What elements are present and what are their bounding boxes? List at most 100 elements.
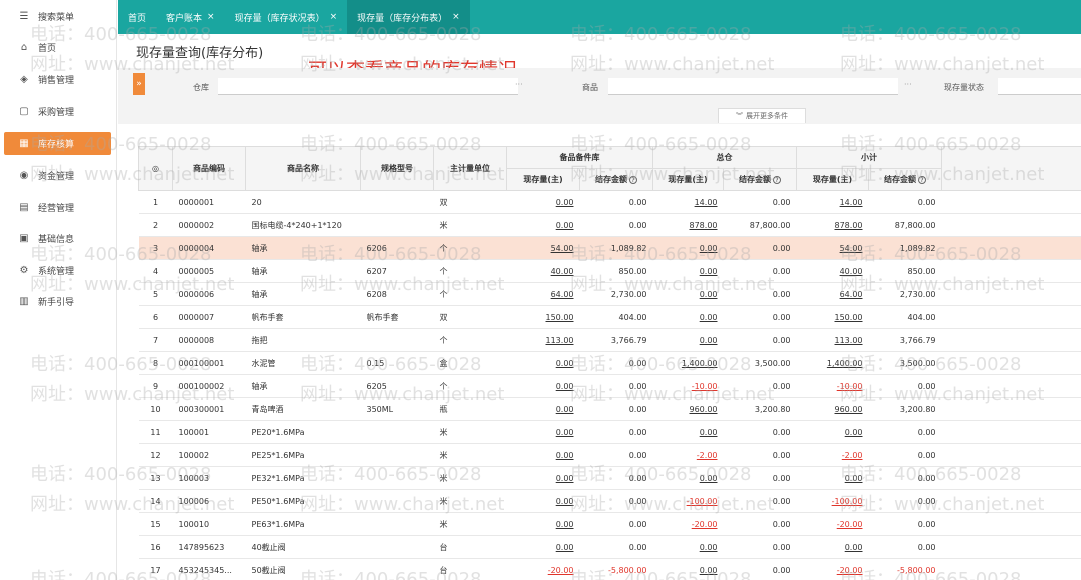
spare-qty-cell-text[interactable]: 0.00 (556, 451, 574, 460)
spare-qty-cell[interactable]: 0.00 (506, 535, 580, 559)
main-qty-cell-text[interactable]: 0.00 (700, 290, 718, 299)
warehouse-input[interactable] (218, 78, 518, 95)
subtotal-qty-cell-text[interactable]: 0.00 (845, 543, 863, 552)
main-qty-cell[interactable]: 0.00 (652, 558, 724, 580)
spare-qty-cell-text[interactable]: 0.00 (556, 359, 574, 368)
table-row[interactable]: 15 100010 PE63*1.6MPa 米 0.00 0.00 -20.00 0.00 -2… (138, 512, 1081, 536)
spare-qty-cell-text[interactable]: 0.00 (556, 221, 574, 230)
spare-qty-cell[interactable]: 0.00 (506, 213, 580, 237)
tab-2[interactable]: 现存量（库存状况表） × (225, 0, 348, 34)
tab-1[interactable]: 客户账本 × (156, 0, 225, 34)
table-row[interactable]: 14 100006 PE50*1.6MPa 米 0.00 0.00 -100.00 0.00 -… (138, 489, 1081, 513)
tab-3[interactable]: 现存量（库存分布表） × (347, 0, 470, 34)
spare-qty-cell[interactable]: 0.00 (506, 351, 580, 375)
main-qty-cell-text[interactable]: -2.00 (697, 451, 718, 460)
subtotal-qty-cell[interactable]: -20.00 (796, 558, 869, 580)
spare-qty-cell[interactable]: -20.00 (506, 558, 580, 580)
subtotal-qty-cell-text[interactable]: 150.00 (835, 313, 863, 322)
subtotal-qty-cell-text[interactable]: -100.00 (832, 497, 863, 506)
close-icon[interactable]: × (207, 12, 215, 22)
product-input[interactable] (608, 78, 898, 95)
table-row[interactable]: 13 100003 PE32*1.6MPa 米 0.00 0.00 0.00 0.00 0.00… (138, 466, 1081, 490)
subtotal-qty-cell[interactable]: -2.00 (796, 443, 869, 467)
help-icon[interactable]: ? (629, 176, 637, 184)
subtotal-qty-cell[interactable]: 113.00 (796, 328, 869, 352)
sidebar-item-7[interactable]: ▣ 基础信息 (4, 227, 111, 250)
close-icon[interactable]: × (330, 12, 338, 22)
main-qty-cell[interactable]: 1,400.00 (652, 351, 724, 375)
main-qty-cell-text[interactable]: -100.00 (687, 497, 718, 506)
main-qty-cell[interactable]: 0.00 (652, 236, 724, 260)
table-row[interactable]: 1 0000001 20 双 0.00 0.00 14.00 0.00 14.00 0.00 (138, 190, 1081, 214)
subtotal-qty-cell[interactable]: 14.00 (796, 190, 869, 214)
table-row[interactable]: 6 0000007 帆布手套 帆布手套 双 150.00 404.00 0.00 0.00 150… (138, 305, 1081, 329)
spare-qty-cell-text[interactable]: 0.00 (556, 520, 574, 529)
spare-qty-cell[interactable]: 0.00 (506, 374, 580, 398)
warehouse-ref-icon[interactable]: ··· (515, 80, 523, 89)
spare-qty-cell[interactable]: 0.00 (506, 443, 580, 467)
spare-qty-cell-text[interactable]: 0.00 (556, 428, 574, 437)
subtotal-qty-cell[interactable]: -20.00 (796, 512, 869, 536)
main-qty-cell[interactable]: 960.00 (652, 397, 724, 421)
subtotal-qty-cell[interactable]: 878.00 (796, 213, 869, 237)
main-qty-cell-text[interactable]: 14.00 (695, 198, 718, 207)
qty-header[interactable]: 现存量(主) (652, 168, 724, 191)
sidebar-item-1[interactable]: ⌂ 首页 (4, 36, 111, 59)
table-row[interactable]: 9 000100002 轴承 6205 个 0.00 0.00 -10.00 0.00 -10.0… (138, 374, 1081, 398)
subtotal-qty-cell[interactable]: 0.00 (796, 420, 869, 444)
table-row[interactable]: 10 000300001 青岛啤酒 350ML 瓶 0.00 0.00 960.00 3,200… (138, 397, 1081, 421)
subtotal-qty-cell[interactable]: 64.00 (796, 282, 869, 306)
amount-header[interactable]: 结存金额? (579, 168, 653, 191)
main-qty-cell-text[interactable]: 0.00 (700, 428, 718, 437)
spare-qty-cell[interactable]: 54.00 (506, 236, 580, 260)
subtotal-qty-cell-text[interactable]: 960.00 (835, 405, 863, 414)
main-qty-cell-text[interactable]: -10.00 (692, 382, 718, 391)
main-qty-cell-text[interactable]: 0.00 (700, 313, 718, 322)
subtotal-qty-cell-text[interactable]: 64.00 (840, 290, 863, 299)
subtotal-qty-cell[interactable]: 1,400.00 (796, 351, 869, 375)
subtotal-qty-cell[interactable]: -10.00 (796, 374, 869, 398)
main-qty-cell[interactable]: 0.00 (652, 466, 724, 490)
subtotal-qty-cell[interactable]: -100.00 (796, 489, 869, 513)
qty-header[interactable]: 现存量(主) (796, 168, 869, 191)
main-qty-cell-text[interactable]: 878.00 (690, 221, 718, 230)
help-icon[interactable]: ? (918, 176, 926, 184)
sidebar-item-6[interactable]: ▤ 经营管理 (4, 196, 111, 219)
spare-qty-cell-text[interactable]: 54.00 (551, 244, 574, 253)
main-qty-cell[interactable]: 0.00 (652, 328, 724, 352)
spare-qty-cell[interactable]: 0.00 (506, 466, 580, 490)
subtotal-qty-cell-text[interactable]: -20.00 (837, 520, 863, 529)
main-qty-cell-text[interactable]: 0.00 (700, 267, 718, 276)
main-qty-cell-text[interactable]: 0.00 (700, 566, 718, 575)
subtotal-qty-cell-text[interactable]: -2.00 (842, 451, 863, 460)
main-qty-cell[interactable]: -20.00 (652, 512, 724, 536)
tab-0[interactable]: 首页 (118, 0, 156, 34)
spare-qty-cell[interactable]: 40.00 (506, 259, 580, 283)
subtotal-qty-cell-text[interactable]: 14.00 (840, 198, 863, 207)
unit-header[interactable]: 主计量单位 (433, 146, 507, 191)
sidebar-item-8[interactable]: ⚙ 系统管理 (4, 259, 111, 282)
qty-header[interactable]: 现存量(主) (506, 168, 580, 191)
table-row[interactable]: 16 147895623 40截止阀 台 0.00 0.00 0.00 0.00 0.00 0.0… (138, 535, 1081, 559)
spare-qty-cell[interactable]: 0.00 (506, 190, 580, 214)
expand-filter-button[interactable]: » (133, 73, 145, 95)
subtotal-qty-cell[interactable]: 40.00 (796, 259, 869, 283)
main-qty-cell-text[interactable]: 0.00 (700, 336, 718, 345)
spare-qty-cell-text[interactable]: 150.00 (546, 313, 574, 322)
spare-qty-cell-text[interactable]: 0.00 (556, 405, 574, 414)
subtotal-qty-cell-text[interactable]: 113.00 (835, 336, 863, 345)
subtotal-qty-cell-text[interactable]: 878.00 (835, 221, 863, 230)
name-header[interactable]: 商品名称 (245, 146, 361, 191)
subtotal-qty-cell[interactable]: 150.00 (796, 305, 869, 329)
spec-header[interactable]: 规格型号 (360, 146, 434, 191)
more-conditions-button[interactable]: ︾ 展开更多条件 (718, 108, 806, 123)
close-icon[interactable]: × (452, 12, 460, 22)
table-row[interactable]: 3 0000004 轴承 6206 个 54.00 1,089.82 0.00 0.00 54.0… (138, 236, 1081, 260)
main-qty-cell-text[interactable]: -20.00 (692, 520, 718, 529)
amount-header[interactable]: 结存金额? (868, 168, 942, 191)
main-qty-cell-text[interactable]: 1,400.00 (682, 359, 718, 368)
table-row[interactable]: 12 100002 PE25*1.6MPa 米 0.00 0.00 -2.00 0.00 -2.… (138, 443, 1081, 467)
main-qty-cell-text[interactable]: 0.00 (700, 474, 718, 483)
main-qty-cell[interactable]: -100.00 (652, 489, 724, 513)
subtotal-qty-cell[interactable]: 960.00 (796, 397, 869, 421)
